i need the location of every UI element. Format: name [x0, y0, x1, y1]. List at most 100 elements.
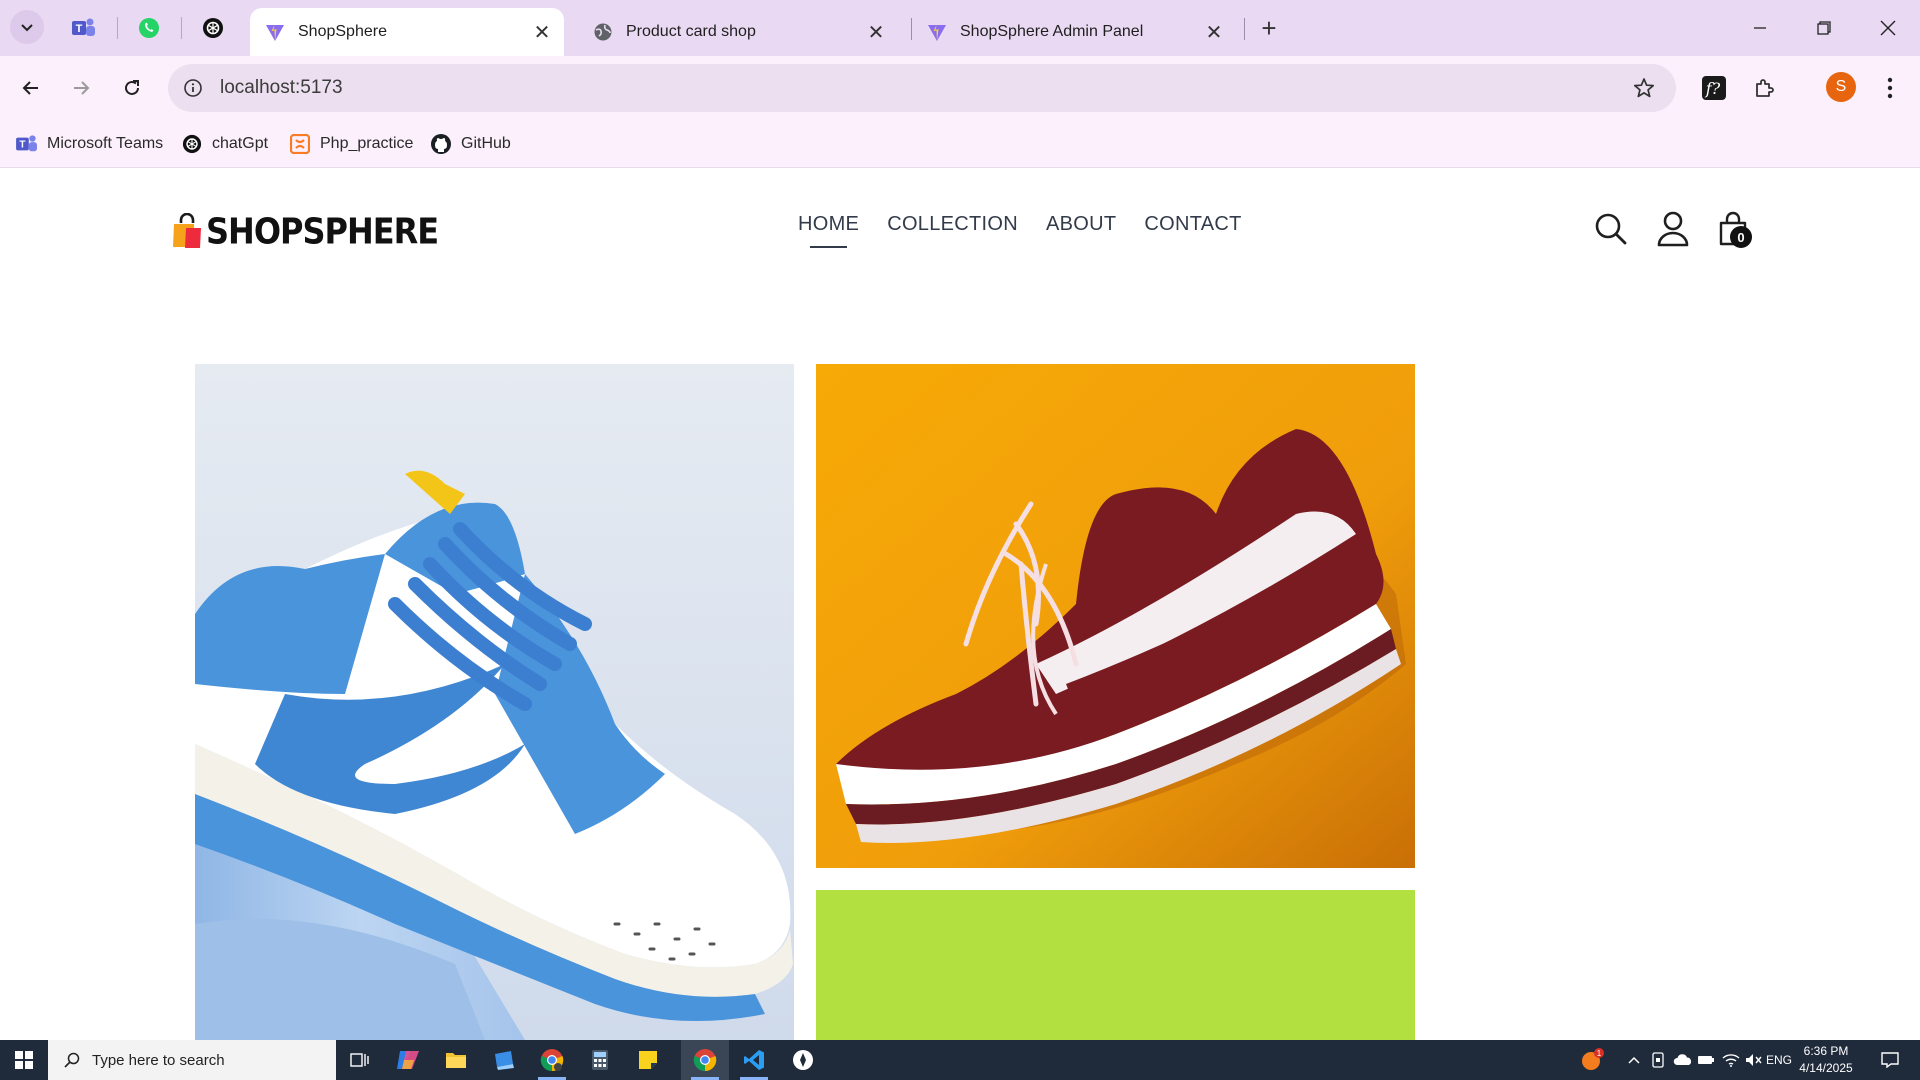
- volume-muted-icon: [1746, 1054, 1762, 1066]
- user-icon: [1657, 211, 1689, 247]
- copilot-icon: [397, 1051, 419, 1069]
- product-image-lime-banner[interactable]: [816, 890, 1415, 1040]
- windows-taskbar: Type here to search 1 ENG 6:36 PM 4/14/2…: [0, 1040, 1920, 1080]
- tab-title: ShopSphere: [298, 23, 387, 40]
- nav-about[interactable]: ABOUT: [1046, 213, 1116, 236]
- vite-icon: [926, 21, 948, 43]
- browser-toolbar: localhost:5173 f? S: [0, 56, 1920, 120]
- url-text[interactable]: localhost:5173: [220, 77, 343, 99]
- clock-date: 4/14/2025: [1799, 1061, 1853, 1075]
- onedrive-tray[interactable]: [1672, 1050, 1694, 1070]
- taskbar-sticky-notes[interactable]: [624, 1040, 672, 1080]
- taskbar-vscode[interactable]: [730, 1040, 778, 1080]
- search-button[interactable]: [1591, 209, 1631, 249]
- bookmark-label: Microsoft Teams: [47, 135, 164, 152]
- minimize-icon: [1754, 27, 1766, 29]
- close-tab-icon[interactable]: ✕: [1202, 20, 1226, 44]
- forward-button[interactable]: [63, 70, 99, 106]
- site-info-icon[interactable]: [182, 77, 204, 99]
- site-logo[interactable]: SHOPSPHERE: [172, 209, 439, 253]
- profile-avatar[interactable]: S: [1826, 72, 1856, 102]
- tab-strip: T ShopSphere ✕ Product card shop ✕ ShopS…: [0, 0, 1920, 56]
- nav-collection[interactable]: COLLECTION: [887, 213, 1018, 236]
- svg-text:T: T: [19, 140, 25, 151]
- notification-center-icon: [1881, 1052, 1899, 1068]
- restore-button[interactable]: [1804, 10, 1844, 46]
- nav-contact[interactable]: CONTACT: [1144, 213, 1241, 236]
- teams-icon: T: [16, 133, 38, 155]
- account-button[interactable]: [1653, 209, 1693, 249]
- chatgpt-icon: [181, 133, 203, 155]
- formula-extension-icon: f?: [1702, 76, 1726, 100]
- task-view-icon: [350, 1053, 369, 1067]
- puzzle-icon: [1756, 79, 1774, 97]
- start-button[interactable]: [0, 1040, 48, 1080]
- taskbar-search-box[interactable]: Type here to search: [48, 1040, 336, 1080]
- whatsapp-icon: [139, 18, 159, 38]
- network-tray[interactable]: [1720, 1050, 1742, 1070]
- show-hidden-icons-button[interactable]: [1624, 1050, 1644, 1070]
- blue-sneaker-image: [195, 364, 794, 1040]
- vite-icon: [264, 21, 286, 43]
- cloud-icon: [1673, 1054, 1692, 1065]
- reload-button[interactable]: [114, 70, 150, 106]
- bookmark-label: Php_practice: [320, 135, 414, 152]
- product-image-blue-sneaker[interactable]: [195, 364, 794, 1040]
- globe-icon: [592, 21, 614, 43]
- task-view-button[interactable]: [336, 1040, 384, 1080]
- weather-notification[interactable]: 1: [1578, 1048, 1606, 1070]
- address-bar[interactable]: localhost:5173: [168, 64, 1676, 112]
- pinned-tab-whatsapp[interactable]: [134, 13, 164, 43]
- new-tab-button[interactable]: +: [1253, 12, 1285, 44]
- bookmark-label: GitHub: [461, 135, 511, 152]
- taskbar-calculator[interactable]: [576, 1040, 624, 1080]
- extension-formula-button[interactable]: f?: [1698, 72, 1730, 104]
- main-navigation: HOME COLLECTION ABOUT CONTACT: [798, 213, 1242, 248]
- bookmark-microsoft-teams[interactable]: T Microsoft Teams: [16, 130, 163, 158]
- folder-icon: [446, 1053, 466, 1068]
- xampp-icon: [289, 133, 311, 155]
- taskbar-chrome-profile[interactable]: [528, 1040, 576, 1080]
- wifi-icon: [1722, 1054, 1740, 1067]
- language-indicator[interactable]: ENG: [1766, 1050, 1792, 1070]
- minimize-button[interactable]: [1740, 10, 1780, 46]
- taskbar-copilot[interactable]: [384, 1040, 432, 1080]
- notifications-button[interactable]: [1876, 1050, 1904, 1070]
- sticky-notes-icon: [639, 1051, 657, 1069]
- tab-product-card-shop[interactable]: Product card shop ✕: [578, 8, 898, 56]
- tab-separator: [181, 17, 182, 39]
- nav-home[interactable]: HOME: [798, 213, 859, 248]
- close-window-button[interactable]: [1868, 10, 1908, 46]
- close-tab-icon[interactable]: ✕: [864, 20, 888, 44]
- meet-now-tray[interactable]: [1648, 1050, 1668, 1070]
- battery-tray[interactable]: [1696, 1050, 1716, 1070]
- search-placeholder: Type here to search: [92, 1051, 225, 1069]
- browser-menu-button[interactable]: [1874, 72, 1906, 104]
- tab-search-button[interactable]: [10, 10, 44, 44]
- windows-icon: [15, 1051, 33, 1069]
- back-button[interactable]: [13, 70, 49, 106]
- extensions-button[interactable]: [1749, 72, 1781, 104]
- taskbar-app-generic[interactable]: [480, 1040, 528, 1080]
- pinned-tab-chatgpt[interactable]: [198, 13, 228, 43]
- tab-shopsphere[interactable]: ShopSphere ✕: [250, 8, 564, 56]
- arrow-right-icon: [74, 81, 90, 95]
- system-clock[interactable]: 6:36 PM 4/14/2025: [1794, 1043, 1858, 1077]
- volume-tray[interactable]: [1744, 1050, 1764, 1070]
- page-content: SHOPSPHERE HOME COLLECTION ABOUT CONTACT…: [0, 169, 1920, 1040]
- taskbar-app-dark[interactable]: [779, 1040, 827, 1080]
- tab-title: Product card shop: [626, 23, 756, 40]
- bookmark-star-icon[interactable]: [1632, 76, 1656, 100]
- taskbar-chrome[interactable]: [681, 1040, 729, 1080]
- bookmark-php-practice[interactable]: Php_practice: [289, 130, 413, 158]
- svg-text:T: T: [76, 23, 83, 35]
- product-image-maroon-sneaker[interactable]: [816, 364, 1415, 868]
- bookmarks-bar: T Microsoft Teams chatGpt Php_practice G…: [0, 120, 1920, 168]
- bookmark-github[interactable]: GitHub: [430, 130, 511, 158]
- pinned-tab-teams[interactable]: T: [69, 13, 99, 43]
- weather-badge-count: 1: [1597, 1049, 1602, 1058]
- taskbar-file-explorer[interactable]: [432, 1040, 480, 1080]
- close-tab-icon[interactable]: ✕: [530, 20, 554, 44]
- bookmark-chatgpt[interactable]: chatGpt: [181, 130, 268, 158]
- tab-shopsphere-admin[interactable]: ShopSphere Admin Panel ✕: [912, 8, 1236, 56]
